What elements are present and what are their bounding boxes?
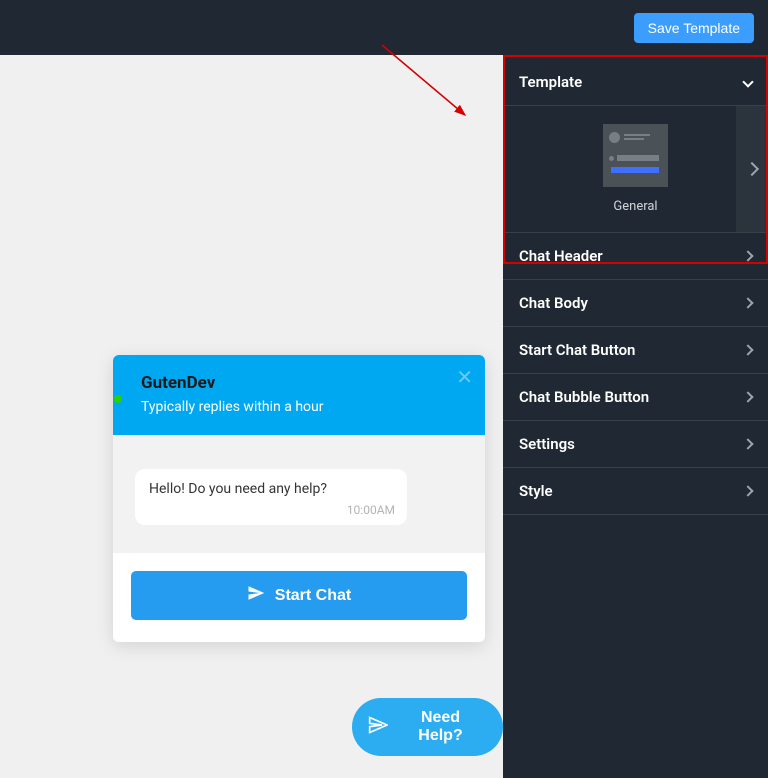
status-online-icon xyxy=(114,395,122,403)
section-template[interactable]: Template xyxy=(503,55,768,106)
carousel-next-button[interactable] xyxy=(736,106,768,232)
chevron-right-icon xyxy=(742,391,753,402)
template-carousel: General xyxy=(503,106,768,233)
chat-body: Hello! Do you need any help? 10:00AM xyxy=(113,435,485,553)
chevron-right-icon xyxy=(745,162,759,176)
settings-sidebar: Template General xyxy=(503,55,768,778)
section-style[interactable]: Style xyxy=(503,468,768,515)
chevron-down-icon xyxy=(742,76,753,87)
chat-title: GutenDev xyxy=(141,373,463,393)
main: GutenDev Typically replies within a hour… xyxy=(0,55,768,778)
section-label: Chat Bubble Button xyxy=(519,388,649,406)
section-chat-header[interactable]: Chat Header xyxy=(503,233,768,280)
chevron-right-icon xyxy=(742,297,753,308)
template-card-general[interactable]: General xyxy=(503,124,768,214)
chevron-right-icon xyxy=(742,438,753,449)
chat-message-bubble: Hello! Do you need any help? 10:00AM xyxy=(135,469,407,525)
section-label: Start Chat Button xyxy=(519,341,635,359)
save-template-button[interactable]: Save Template xyxy=(634,13,754,43)
chat-message-text: Hello! Do you need any help? xyxy=(149,481,327,497)
chat-widget: GutenDev Typically replies within a hour… xyxy=(113,355,485,642)
chevron-right-icon xyxy=(742,250,753,261)
paper-plane-icon xyxy=(247,584,265,607)
template-card-label: General xyxy=(519,199,752,214)
chat-header: GutenDev Typically replies within a hour… xyxy=(113,355,485,435)
section-template-label: Template xyxy=(519,73,582,91)
start-chat-label: Start Chat xyxy=(275,587,351,605)
top-bar: Save Template xyxy=(0,0,768,55)
chat-footer: Start Chat xyxy=(113,553,485,642)
preview-area: GutenDev Typically replies within a hour… xyxy=(0,55,503,778)
section-label: Chat Body xyxy=(519,294,588,312)
chat-subtitle: Typically replies within a hour xyxy=(141,399,463,415)
section-label: Style xyxy=(519,482,553,500)
section-chat-body[interactable]: Chat Body xyxy=(503,280,768,327)
chevron-right-icon xyxy=(742,485,753,496)
chat-bubble-label: Need Help? xyxy=(398,709,483,745)
close-icon[interactable]: ✕ xyxy=(456,367,473,387)
chat-bubble-button[interactable]: Need Help? xyxy=(352,698,503,756)
start-chat-button[interactable]: Start Chat xyxy=(131,571,467,620)
section-label: Settings xyxy=(519,435,575,453)
section-start-chat-button[interactable]: Start Chat Button xyxy=(503,327,768,374)
chat-message-time: 10:00AM xyxy=(347,503,395,517)
paper-plane-outline-icon xyxy=(368,715,388,740)
chevron-right-icon xyxy=(742,344,753,355)
section-label: Chat Header xyxy=(519,247,603,265)
section-chat-bubble-button[interactable]: Chat Bubble Button xyxy=(503,374,768,421)
section-settings[interactable]: Settings xyxy=(503,421,768,468)
template-thumbnail xyxy=(603,124,668,187)
